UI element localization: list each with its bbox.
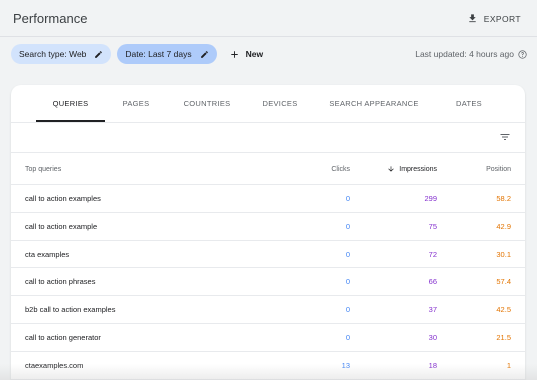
new-label: New <box>245 49 264 59</box>
new-filter-button[interactable]: New <box>229 49 263 60</box>
query-cell: call to action generator <box>25 332 101 342</box>
tab-dates[interactable]: DATES <box>449 85 489 122</box>
position-cell: 21.5 <box>496 332 511 342</box>
clicks-cell: 0 <box>345 277 350 287</box>
column-header-impressions-label: Impressions <box>399 165 437 173</box>
tab-queries[interactable]: QUERIES <box>36 85 105 122</box>
clicks-cell: 0 <box>345 332 350 342</box>
column-header-queries[interactable]: Top queries <box>25 153 61 185</box>
query-cell: call to action examples <box>25 194 101 203</box>
table-filter-row <box>11 123 525 153</box>
search-type-chip[interactable]: Search type: Web <box>11 44 112 64</box>
query-cell: cta examples <box>25 249 70 259</box>
position-cell: 42.5 <box>496 305 511 315</box>
impressions-cell: 37 <box>428 305 437 315</box>
pencil-icon <box>95 50 103 58</box>
page-title: Performance <box>13 11 88 26</box>
position-cell: 58.2 <box>496 194 511 203</box>
export-label: EXPORT <box>483 13 521 24</box>
query-cell: call to action phrases <box>25 277 96 287</box>
query-cell: call to action example <box>25 221 98 231</box>
tab-devices[interactable]: DEVICES <box>257 85 303 122</box>
bottom-shadow <box>0 364 537 380</box>
filter-bar: Search type: Web Date: Last 7 days New L… <box>11 43 527 65</box>
tab-search-appearance[interactable]: SEARCH APPEARANCE <box>327 85 421 122</box>
help-icon[interactable] <box>518 49 527 59</box>
position-cell: 30.1 <box>496 249 511 259</box>
column-header-position[interactable]: Position <box>451 153 511 185</box>
table-header: Top queries Clicks Impressions Position <box>11 153 525 185</box>
impressions-cell: 66 <box>428 277 437 287</box>
date-label: Date: Last 7 days <box>125 49 192 59</box>
table-row[interactable]: call to action generator 0 30 21.5 <box>11 324 525 352</box>
table-row[interactable]: call to action example 0 75 42.9 <box>11 213 525 241</box>
export-button[interactable]: EXPORT <box>467 13 521 24</box>
download-icon <box>469 14 476 23</box>
header-divider <box>0 36 537 37</box>
filter-icon[interactable] <box>499 131 511 143</box>
column-header-impressions[interactable]: Impressions <box>371 153 437 185</box>
query-cell: b2b call to action examples <box>25 305 116 315</box>
date-chip[interactable]: Date: Last 7 days <box>117 44 217 64</box>
column-header-clicks[interactable]: Clicks <box>311 153 350 185</box>
table-row[interactable]: call to action phrases 0 66 57.4 <box>11 268 525 297</box>
clicks-cell: 0 <box>345 249 350 259</box>
tab-pages[interactable]: PAGES <box>115 85 157 122</box>
impressions-cell: 299 <box>424 194 437 203</box>
impressions-cell: 75 <box>428 221 437 231</box>
last-updated-text: Last updated: 4 hours ago <box>415 49 514 59</box>
table-row[interactable]: cta examples 0 72 30.1 <box>11 241 525 269</box>
impressions-cell: 30 <box>428 332 437 342</box>
clicks-cell: 0 <box>345 221 350 231</box>
last-updated: Last updated: 4 hours ago <box>415 49 527 59</box>
pencil-icon <box>200 50 208 58</box>
table-body: call to action examples 0 299 58.2 call … <box>11 185 525 380</box>
position-cell: 42.9 <box>496 221 511 231</box>
search-type-label: Search type: Web <box>19 49 87 59</box>
report-card: QUERIES PAGES COUNTRIES DEVICES SEARCH A… <box>11 85 525 380</box>
clicks-cell: 0 <box>345 305 350 315</box>
plus-icon <box>230 50 238 58</box>
table-row[interactable]: b2b call to action examples 0 37 42.5 <box>11 296 525 324</box>
table-row[interactable]: call to action examples 0 299 58.2 <box>11 185 525 213</box>
arrow-down-icon <box>388 166 394 172</box>
tab-countries[interactable]: COUNTRIES <box>178 85 236 122</box>
position-cell: 57.4 <box>496 277 511 287</box>
tab-bar: QUERIES PAGES COUNTRIES DEVICES SEARCH A… <box>11 85 525 122</box>
impressions-cell: 72 <box>428 249 437 259</box>
top-bar: Performance EXPORT <box>0 0 537 37</box>
clicks-cell: 0 <box>345 194 350 203</box>
